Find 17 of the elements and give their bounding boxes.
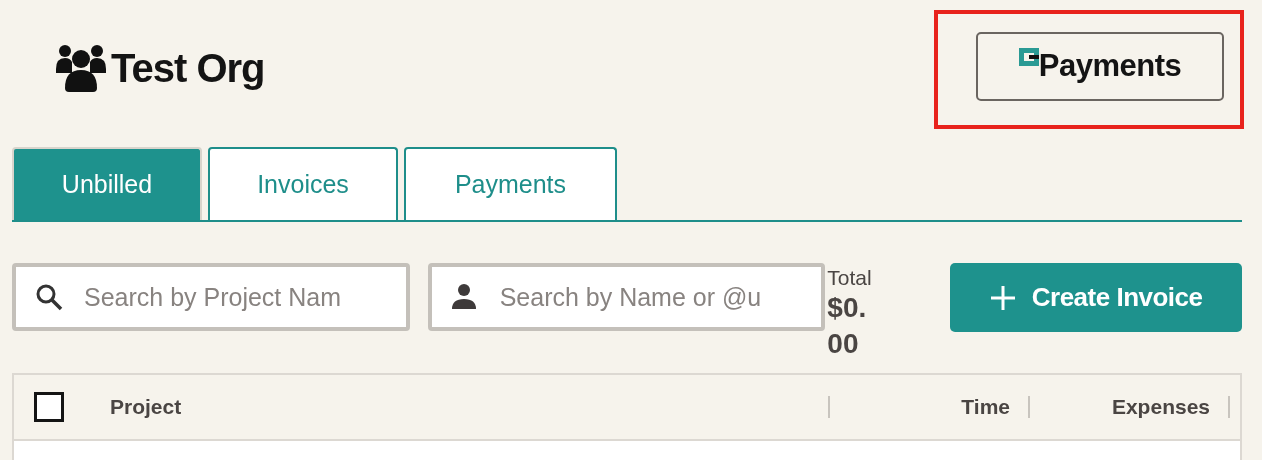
users-icon xyxy=(55,43,107,93)
tab[interactable]: Invoices xyxy=(208,147,398,220)
org-name: Test Org xyxy=(111,45,265,91)
plus-icon xyxy=(989,284,1016,311)
total-amount: $0.00 xyxy=(827,291,868,361)
select-all-checkbox[interactable] xyxy=(34,392,64,422)
total-label: Total xyxy=(827,266,873,290)
column-header[interactable]: Expenses xyxy=(1111,395,1210,419)
column-header[interactable]: Time xyxy=(961,395,1010,419)
search-field[interactable]: Search by Project Nam xyxy=(12,263,410,331)
column-header[interactable]: Project xyxy=(110,395,182,419)
tab[interactable]: Payments xyxy=(404,147,617,220)
payments-button[interactable]: Payments xyxy=(976,32,1224,101)
search-field[interactable]: Search by Name or @u xyxy=(427,263,826,331)
logo-icon xyxy=(1018,48,1039,66)
tab[interactable]: Unbilled xyxy=(12,147,202,220)
create-invoice-button[interactable]: Create Invoice xyxy=(950,263,1242,332)
